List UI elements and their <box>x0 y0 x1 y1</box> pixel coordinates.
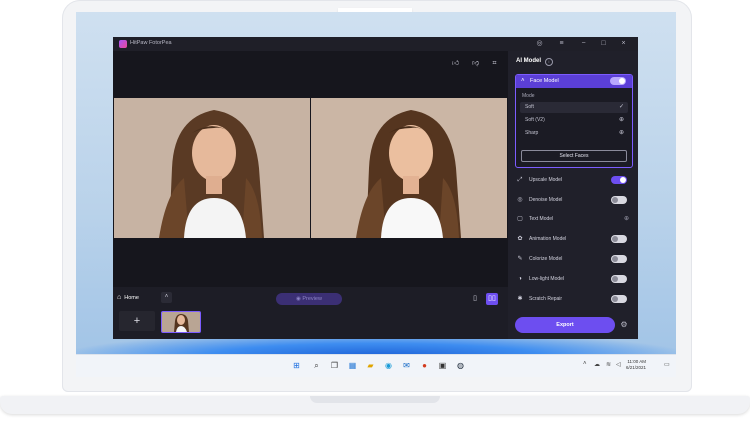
denoise-icon: ◎ <box>517 197 523 203</box>
upscale-icon: ⤢ <box>517 177 523 183</box>
colorize-icon: ✎ <box>517 256 523 262</box>
minimize-icon[interactable]: − <box>579 39 588 48</box>
preview-button[interactable]: ◉ Preview <box>276 293 342 305</box>
enhanced-photo <box>311 98 507 238</box>
start-icon[interactable]: ⊞ <box>292 361 301 370</box>
home-label: Home <box>124 295 139 301</box>
app-window: HitPaw FotorPea ◎ ≡ − □ × 👍︎ 👎︎ ⌗ + − <box>113 37 638 339</box>
download-icon[interactable]: ⊕ <box>624 213 629 225</box>
laptop-groove <box>310 396 440 403</box>
title-bar: HitPaw FotorPea ◎ ≡ − □ × <box>113 37 638 51</box>
clock[interactable]: 11:00 AM 6/21/2021 <box>626 359 646 371</box>
scratch-icon: ✱ <box>517 296 523 302</box>
animation-icon: ✿ <box>517 236 523 242</box>
crop-icon[interactable]: ⌗ <box>490 59 499 68</box>
thumbs-down-icon[interactable]: 👎︎ <box>471 59 480 68</box>
home-icon: ⌂ <box>117 294 122 301</box>
model-name: Upscale Model <box>529 177 563 183</box>
model-row-upscale[interactable]: ⤢ Upscale Model <box>516 174 632 186</box>
mode-option-sharp[interactable]: Sharp ⊕ <box>520 128 628 139</box>
taskbar: ⊞ ⌕ ❐ ▦ ▰ ◉ ✉ ● ▣ ◍ ˄ ☁ ≋ ◁ 11:00 AM 6/2… <box>76 354 676 377</box>
face-model-toggle[interactable] <box>610 77 626 85</box>
mode-name: Sharp <box>525 130 539 136</box>
mode-name: Soft (V2) <box>525 117 545 123</box>
face-model-header[interactable]: ˄ Face Model <box>516 75 632 88</box>
low-light-icon: ◑ <box>518 276 522 282</box>
thumbs-up-icon[interactable]: 👍︎ <box>451 59 460 68</box>
check-icon: ✓ <box>618 104 624 110</box>
mode-label: Mode <box>522 93 535 99</box>
notification-icon[interactable]: ▭ <box>664 361 670 368</box>
model-name: Colorize Model <box>529 256 563 262</box>
face-model-label: Face Model <box>530 78 559 84</box>
canvas-area: 👍︎ 👎︎ ⌗ + − <box>113 51 508 287</box>
select-faces-button[interactable]: Select Faces <box>521 150 627 162</box>
image-thumbnail[interactable] <box>161 311 201 333</box>
model-row-text[interactable]: ▢ Text Model ⊕ <box>516 213 632 225</box>
file-explorer-icon[interactable]: ▰ <box>366 361 375 370</box>
maximize-icon[interactable]: □ <box>599 39 608 48</box>
info-icon[interactable]: i <box>545 58 553 66</box>
split-view-icon[interactable]: ▯▯ <box>486 293 498 305</box>
office-icon[interactable]: ● <box>420 361 429 370</box>
app-logo-icon <box>119 40 127 48</box>
model-name: Low-light Model <box>529 276 565 282</box>
face-model-card: ˄ Face Model Mode Soft ✓ Soft (V2) ⊕ Sha… <box>515 74 633 168</box>
store-icon[interactable]: ▣ <box>438 361 447 370</box>
menu-icon[interactable]: ≡ <box>557 39 566 48</box>
edge-icon[interactable]: ◉ <box>384 361 393 370</box>
model-row-colorize[interactable]: ✎ Colorize Model <box>516 253 632 265</box>
upscale-toggle[interactable] <box>611 176 627 184</box>
model-name: Text Model <box>529 216 554 222</box>
gear-icon[interactable]: ⚙ <box>619 320 629 330</box>
denoise-toggle[interactable] <box>611 196 627 204</box>
mode-option-soft[interactable]: Soft ✓ <box>520 102 628 113</box>
text-icon: ▢ <box>517 216 523 222</box>
panel-title: AI Model <box>516 58 541 64</box>
clock-date: 6/21/2021 <box>626 365 647 370</box>
close-icon[interactable]: × <box>619 39 628 48</box>
single-view-icon[interactable]: ▯ <box>469 293 481 305</box>
model-row-scratch-repair[interactable]: ✱ Scratch Repair <box>516 293 632 305</box>
model-row-animation[interactable]: ✿ Animation Model <box>516 233 632 245</box>
low-light-toggle[interactable] <box>611 275 627 283</box>
cloud-icon[interactable]: ☁ <box>594 361 600 368</box>
chevron-up-icon: ˄ <box>521 78 525 84</box>
ai-model-panel: AI Model i ˄ Face Model Mode Soft ✓ Soft… <box>508 51 638 339</box>
task-view-icon[interactable]: ❐ <box>330 361 339 370</box>
mode-option-soft-v2[interactable]: Soft (V2) ⊕ <box>520 115 628 126</box>
mail-icon[interactable]: ✉ <box>402 361 411 370</box>
tray-chevron-icon[interactable]: ˄ <box>583 361 587 367</box>
download-icon: ⊕ <box>618 117 624 123</box>
mode-name: Soft <box>525 104 534 110</box>
tab-home[interactable]: ⌂ Home <box>117 292 157 304</box>
model-row-denoise[interactable]: ◎ Denoise Model <box>516 194 632 206</box>
volume-icon[interactable]: ◁ <box>616 361 621 368</box>
model-row-low-light[interactable]: ◑ Low-light Model <box>516 273 632 285</box>
export-button[interactable]: Export <box>515 317 615 333</box>
search-icon[interactable]: ⌕ <box>312 361 321 370</box>
add-image-button[interactable]: + <box>119 311 155 331</box>
colorize-toggle[interactable] <box>611 255 627 263</box>
wifi-icon[interactable]: ≋ <box>606 361 611 368</box>
original-photo <box>114 98 310 238</box>
model-name: Animation Model <box>529 236 567 242</box>
animation-toggle[interactable] <box>611 235 627 243</box>
collapse-button[interactable]: ˄ <box>161 292 172 303</box>
model-name: Denoise Model <box>529 197 563 203</box>
widgets-icon[interactable]: ▦ <box>348 361 357 370</box>
model-name: Scratch Repair <box>529 296 563 302</box>
app-title: HitPaw FotorPea <box>130 40 172 46</box>
user-icon[interactable]: ◎ <box>535 39 544 48</box>
scratch-repair-toggle[interactable] <box>611 295 627 303</box>
steam-icon[interactable]: ◍ <box>456 361 465 370</box>
bottom-bar: ⌂ Home ˄ ◉ Preview ▯ ▯▯ + <box>113 287 508 339</box>
preview-label: Preview <box>302 296 322 302</box>
download-icon: ⊕ <box>618 130 624 136</box>
